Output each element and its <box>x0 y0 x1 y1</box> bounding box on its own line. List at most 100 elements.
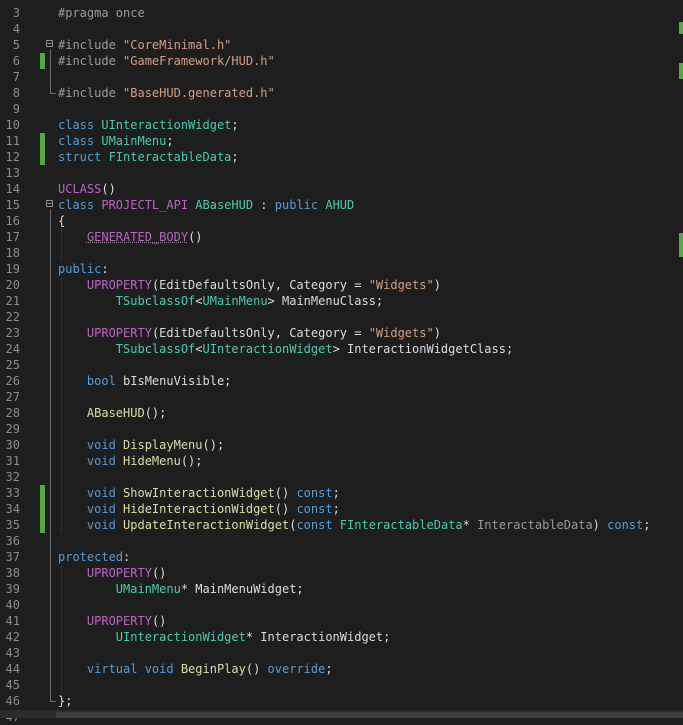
code-line[interactable]: 24 TSubclassOf<UInteractionWidget> Inter… <box>0 341 683 357</box>
code-line[interactable]: 4 <box>0 21 683 37</box>
code-line[interactable]: 36 <box>0 533 683 549</box>
code-line[interactable]: 25 <box>0 357 683 373</box>
code-line[interactable]: 22 <box>0 309 683 325</box>
code-line[interactable]: 39 UMainMenu* MainMenuWidget; <box>0 581 683 597</box>
collapse-icon[interactable]: − <box>46 200 53 208</box>
token-pp: #include <box>58 86 124 100</box>
line-number: 22 <box>5 310 20 324</box>
code-text: protected: <box>58 549 130 565</box>
token-txt: ; <box>231 150 239 164</box>
line-number: 27 <box>5 390 20 404</box>
code-text: UMainMenu* MainMenuWidget; <box>58 581 304 597</box>
token-kw: class <box>58 198 102 212</box>
line-number: 21 <box>5 294 20 308</box>
code-line[interactable]: 5 − #include "CoreMinimal.h" <box>0 37 683 53</box>
code-line[interactable]: 15 − class PROJECTL_API ABaseHUD : public … <box>0 197 683 213</box>
indent-guide <box>61 277 62 533</box>
code-line[interactable]: 21 TSubclassOf<UMainMenu> MainMenuClass; <box>0 293 683 309</box>
code-line[interactable]: 7 <box>0 69 683 85</box>
code-line[interactable]: 32 <box>0 469 683 485</box>
token-kw: const <box>296 518 340 532</box>
code-line[interactable]: 27 <box>0 389 683 405</box>
scroll-change-mark <box>679 22 683 34</box>
line-number: 28 <box>5 406 20 420</box>
code-line[interactable]: 31 void HideMenu(); <box>0 453 683 469</box>
token-kw: void <box>144 662 181 676</box>
token-fn: ShowInteractionWidget <box>123 486 275 500</box>
horizontal-scrollbar[interactable] <box>0 710 683 718</box>
code-line[interactable]: 10 class UInteractionWidget; <box>0 117 683 133</box>
code-line[interactable]: 29 <box>0 421 683 437</box>
code-line[interactable]: 23 UPROPERTY(EditDefaultsOnly, Category … <box>0 325 683 341</box>
line-number: 37 <box>5 550 20 564</box>
code-line[interactable]: 46}; <box>0 693 683 709</box>
code-line[interactable]: 19 public: <box>0 261 683 277</box>
code-line[interactable]: 44 virtual void BeginPlay() override; <box>0 661 683 677</box>
token-kw: void <box>86 502 124 516</box>
code-text: class UMainMenu; <box>58 133 174 149</box>
code-line[interactable]: 43 <box>0 645 683 661</box>
token-fn: BeginPlay <box>180 662 246 676</box>
token-cls: AHUD <box>325 198 355 212</box>
code-text: { <box>58 213 65 229</box>
code-line[interactable]: 8 #include "BaseHUD.generated.h" <box>0 85 683 101</box>
code-line[interactable]: 40 <box>0 597 683 613</box>
code-line[interactable]: 33 void ShowInteractionWidget() const; <box>0 485 683 501</box>
code-text: class PROJECTL_API ABaseHUD : public AHU… <box>58 197 354 213</box>
line-number: 10 <box>5 118 20 132</box>
token-mac: UPROPERTY <box>86 278 152 292</box>
line-number: 12 <box>5 150 20 164</box>
code-line[interactable]: 16 { <box>0 213 683 229</box>
code-line[interactable]: 42 UInteractionWidget* InteractionWidget… <box>0 629 683 645</box>
line-number: 40 <box>5 598 20 612</box>
code-line[interactable]: 37 protected: <box>0 549 683 565</box>
line-number: 30 <box>5 438 20 452</box>
code-line[interactable]: 13 <box>0 165 683 181</box>
token-txt: ) <box>433 326 441 340</box>
code-line[interactable]: 28 ABaseHUD(); <box>0 405 683 421</box>
code-line[interactable]: 11 class UMainMenu; <box>0 133 683 149</box>
code-line[interactable]: 30 void DisplayMenu(); <box>0 437 683 453</box>
token-kw: const <box>296 502 333 516</box>
horizontal-scrollbar-thumb[interactable] <box>56 712 683 718</box>
token-txt: () <box>274 486 297 500</box>
token-kw: override <box>267 662 326 676</box>
modified-line-marker <box>40 53 45 69</box>
scroll-change-mark <box>679 233 683 257</box>
code-line[interactable]: 6 #include "GameFramework/HUD.h" <box>0 53 683 69</box>
token-str: "Widgets" <box>368 326 434 340</box>
line-number: 23 <box>5 326 20 340</box>
line-number: 8 <box>12 86 20 100</box>
collapse-icon[interactable]: − <box>46 40 53 48</box>
code-line[interactable]: 45 <box>0 677 683 693</box>
code-line[interactable]: 9 <box>0 101 683 117</box>
token-txt: ; <box>231 118 239 132</box>
code-line[interactable]: 34 void HideInteractionWidget() const; <box>0 501 683 517</box>
token-txt: bIsMenuVisible; <box>123 374 232 388</box>
token-kw: void <box>86 438 124 452</box>
token-kw: void <box>86 486 124 500</box>
code-line[interactable]: 41 UPROPERTY() <box>0 613 683 629</box>
token-kw: void <box>86 454 124 468</box>
code-line[interactable]: 17 GENERATED_BODY() <box>0 229 683 245</box>
code-editor[interactable]: 3 #pragma once 4 5− #include "CoreMinimal.h"… <box>0 0 683 724</box>
code-text: void UpdateInteractionWidget(const FInte… <box>58 517 651 533</box>
code-text: }; <box>58 693 72 709</box>
code-text: void ShowInteractionWidget() const; <box>58 485 340 501</box>
code-line[interactable]: 35 void UpdateInteractionWidget(const FI… <box>0 517 683 533</box>
code-line[interactable]: 38 UPROPERTY() <box>0 565 683 581</box>
code-line[interactable]: 26 bool bIsMenuVisible; <box>0 373 683 389</box>
line-number: 17 <box>5 230 20 244</box>
modified-line-marker <box>40 517 45 533</box>
code-line[interactable]: 20 UPROPERTY(EditDefaultsOnly, Category … <box>0 277 683 293</box>
code-line[interactable]: 3 #pragma once <box>0 5 683 21</box>
token-kw: const <box>296 486 333 500</box>
token-cls: UInteractionWidget <box>101 118 232 132</box>
token-txt: (); <box>144 406 167 420</box>
code-line[interactable]: 18 <box>0 245 683 261</box>
code-text: #pragma once <box>58 5 145 21</box>
code-line[interactable]: 12 struct FInteractableData; <box>0 149 683 165</box>
code-line[interactable]: 14 UCLASS() <box>0 181 683 197</box>
